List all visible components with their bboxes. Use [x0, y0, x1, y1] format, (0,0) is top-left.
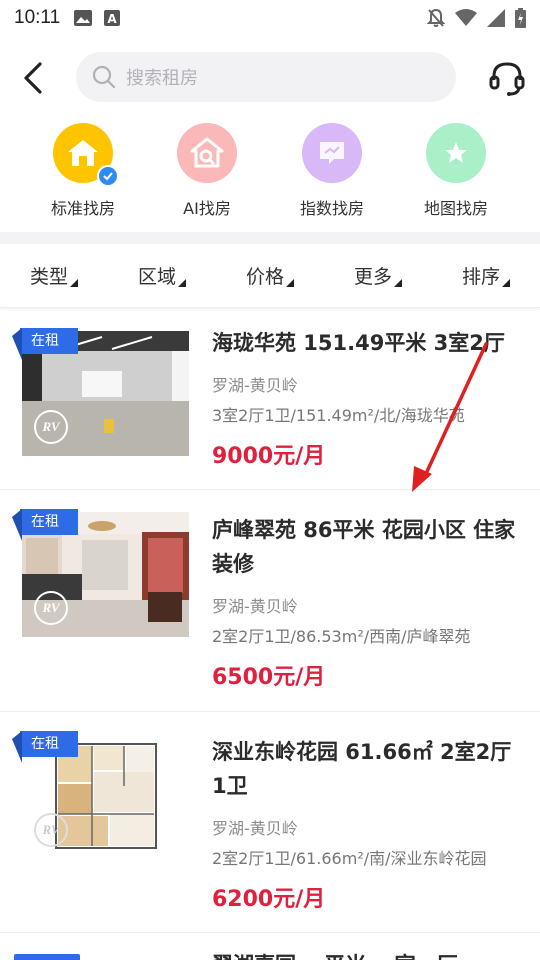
status-tag	[14, 954, 80, 960]
filter-bar: 类型 区域 价格 更多 排序	[0, 244, 540, 308]
vr-badge-icon: RV	[34, 410, 68, 444]
index-chat-icon	[302, 123, 362, 183]
wifi-icon	[455, 9, 477, 26]
dropdown-triangle-icon	[286, 279, 294, 287]
vr-badge-icon: RV	[34, 591, 68, 625]
listing-price: 9000元/月	[212, 444, 326, 469]
svg-text:A: A	[107, 12, 117, 26]
status-bar: 10:11 A	[0, 0, 540, 36]
mode-label: AI找房	[183, 199, 231, 218]
listing-detail: 2室2厅1卫/61.66m²/南/深业东岭花园	[212, 849, 487, 868]
listing-area: 罗湖-黄贝岭	[212, 597, 298, 616]
dropdown-triangle-icon	[70, 279, 78, 287]
filter-region[interactable]: 区域	[108, 262, 216, 289]
listing-item[interactable]: RV 在租 深业东岭花园 61.66㎡ 2室2厅1卫 罗湖-黄贝岭 2室2厅1卫…	[0, 713, 540, 933]
filter-type[interactable]: 类型	[0, 262, 108, 289]
map-pin-icon	[426, 123, 486, 183]
listing-item[interactable]: RV 在租 海珑华苑 151.49平米 3室2厅 罗湖-黄贝岭 3室2厅1卫/1…	[0, 310, 540, 490]
listing-detail: 2室2厅1卫/86.53m²/西南/庐峰翠苑	[212, 627, 471, 646]
listing-title: 庐峰翠苑 86平米 花园小区 住家装修	[212, 518, 516, 576]
image-icon	[74, 10, 93, 26]
status-tag: 在租	[12, 509, 78, 541]
ai-search-house-icon	[177, 123, 237, 183]
listing-title: 翠湖嘉园 …平米 …室…厅	[212, 948, 522, 960]
listing-title: 海珑华苑 151.49平米 3室2厅	[212, 331, 505, 355]
filter-more[interactable]: 更多	[324, 262, 432, 289]
header: 搜索租房	[0, 48, 540, 110]
mode-map[interactable]: 地图找房	[396, 118, 516, 219]
status-time: 10:11	[14, 7, 61, 28]
search-placeholder: 搜索租房	[126, 68, 198, 89]
battery-icon	[515, 8, 526, 28]
signal-icon	[487, 9, 505, 27]
mode-label: 指数找房	[299, 199, 364, 218]
search-mode-row: 标准找房 AI找房 指数找房 地图找房	[0, 118, 540, 226]
mode-label: 地图找房	[423, 199, 488, 218]
listing-area: 罗湖-黄贝岭	[212, 819, 298, 838]
listing-detail: 3室2厅1卫/151.49m²/北/海珑华苑	[212, 406, 465, 425]
status-tag: 在租	[12, 328, 78, 360]
filter-sort[interactable]: 排序	[432, 262, 540, 289]
mode-label: 标准找房	[50, 199, 115, 218]
listing-item[interactable]: RV 在租 庐峰翠苑 86平米 花园小区 住家装修 罗湖-黄贝岭 2室2厅1卫/…	[0, 491, 540, 712]
dropdown-triangle-icon	[502, 279, 510, 287]
listing-item[interactable]: 翠湖嘉园 …平米 …室…厅	[0, 934, 540, 960]
mute-icon	[427, 8, 445, 27]
listing-price: 6200元/月	[212, 887, 326, 912]
house-icon	[53, 123, 119, 187]
section-divider	[0, 232, 540, 244]
mode-index[interactable]: 指数找房	[272, 118, 392, 219]
listing-title: 深业东岭花园 61.66㎡ 2室2厅1卫	[212, 740, 512, 798]
listing-area: 罗湖-黄贝岭	[212, 376, 298, 395]
dropdown-triangle-icon	[178, 279, 186, 287]
dropdown-triangle-icon	[394, 279, 402, 287]
check-badge-icon	[97, 165, 119, 187]
mode-ai[interactable]: AI找房	[147, 118, 267, 219]
vr-badge-icon: RV	[34, 813, 68, 847]
back-button[interactable]	[18, 60, 54, 96]
status-tag: 在租	[12, 731, 78, 763]
filter-price[interactable]: 价格	[216, 262, 324, 289]
mode-standard[interactable]: 标准找房	[23, 118, 143, 219]
search-box[interactable]: 搜索租房	[76, 52, 456, 102]
a-icon: A	[104, 10, 121, 26]
customer-service-button[interactable]	[488, 60, 526, 98]
headset-icon	[489, 62, 525, 96]
listing-price: 6500元/月	[212, 665, 326, 690]
search-icon	[92, 65, 116, 89]
back-arrow-icon	[24, 62, 42, 94]
